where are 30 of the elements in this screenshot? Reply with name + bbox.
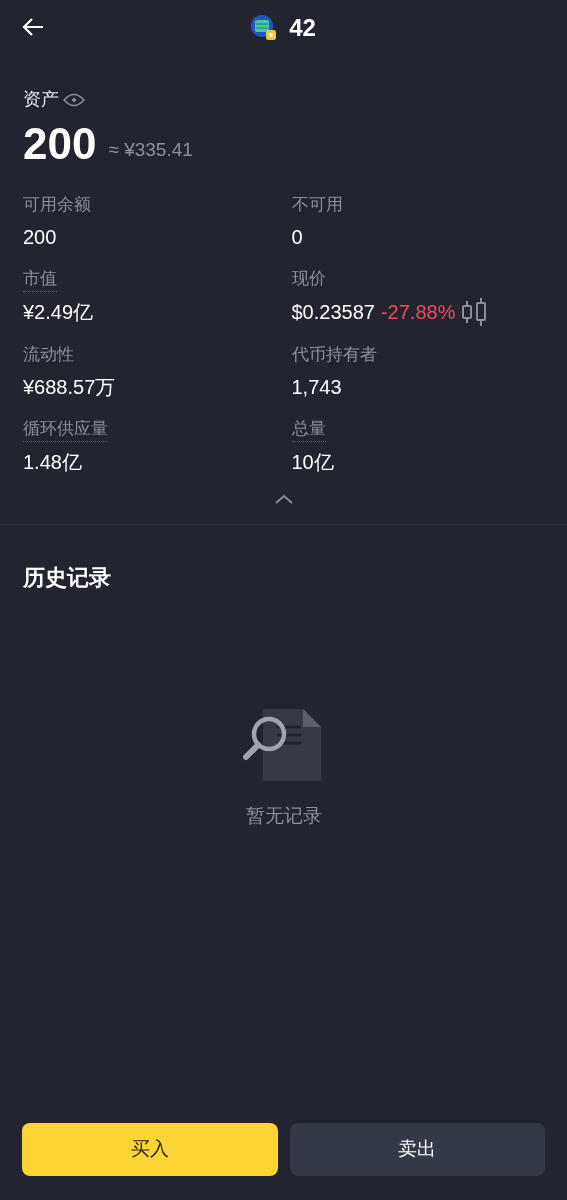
stat-label: 市值 [23,267,57,292]
stat-label: 现价 [291,268,326,290]
stat-label: 可用余额 [23,194,91,216]
back-icon[interactable] [22,17,44,37]
stat-value: ¥2.49亿 [23,300,94,325]
buy-button[interactable]: 买入 [22,1123,278,1176]
assets-label: 资产 [23,88,59,111]
candlestick-chart-icon[interactable] [461,297,488,327]
stat-value: 10亿 [291,450,334,475]
stat-value: 0 [291,225,303,250]
assets-approx-value: ≈ ¥335.41 [108,137,193,162]
token-icon [251,15,278,41]
eye-icon[interactable] [63,91,85,108]
stat-label: 循环供应量 [23,417,108,442]
stat-value: ¥688.57万 [23,375,116,400]
stat-label: 流动性 [23,344,74,366]
stat-value: $0.23587 [291,300,375,325]
price-change: -27.88% [380,300,456,325]
token-title: 42 [289,13,316,43]
stat-label: 总量 [291,417,326,442]
assets-amount: 200 [23,118,97,170]
stat-value: 1.48亿 [23,450,82,475]
collapse-chevron-icon[interactable] [274,494,293,504]
stat-label: 代币持有者 [291,344,377,366]
stat-value: 200 [23,225,57,250]
empty-state-text: 暂无记录 [245,804,322,828]
stat-value: 1,743 [291,375,342,400]
sell-button[interactable]: 卖出 [289,1123,545,1176]
stat-label: 不可用 [291,194,343,216]
history-title: 历史记录 [22,564,112,592]
